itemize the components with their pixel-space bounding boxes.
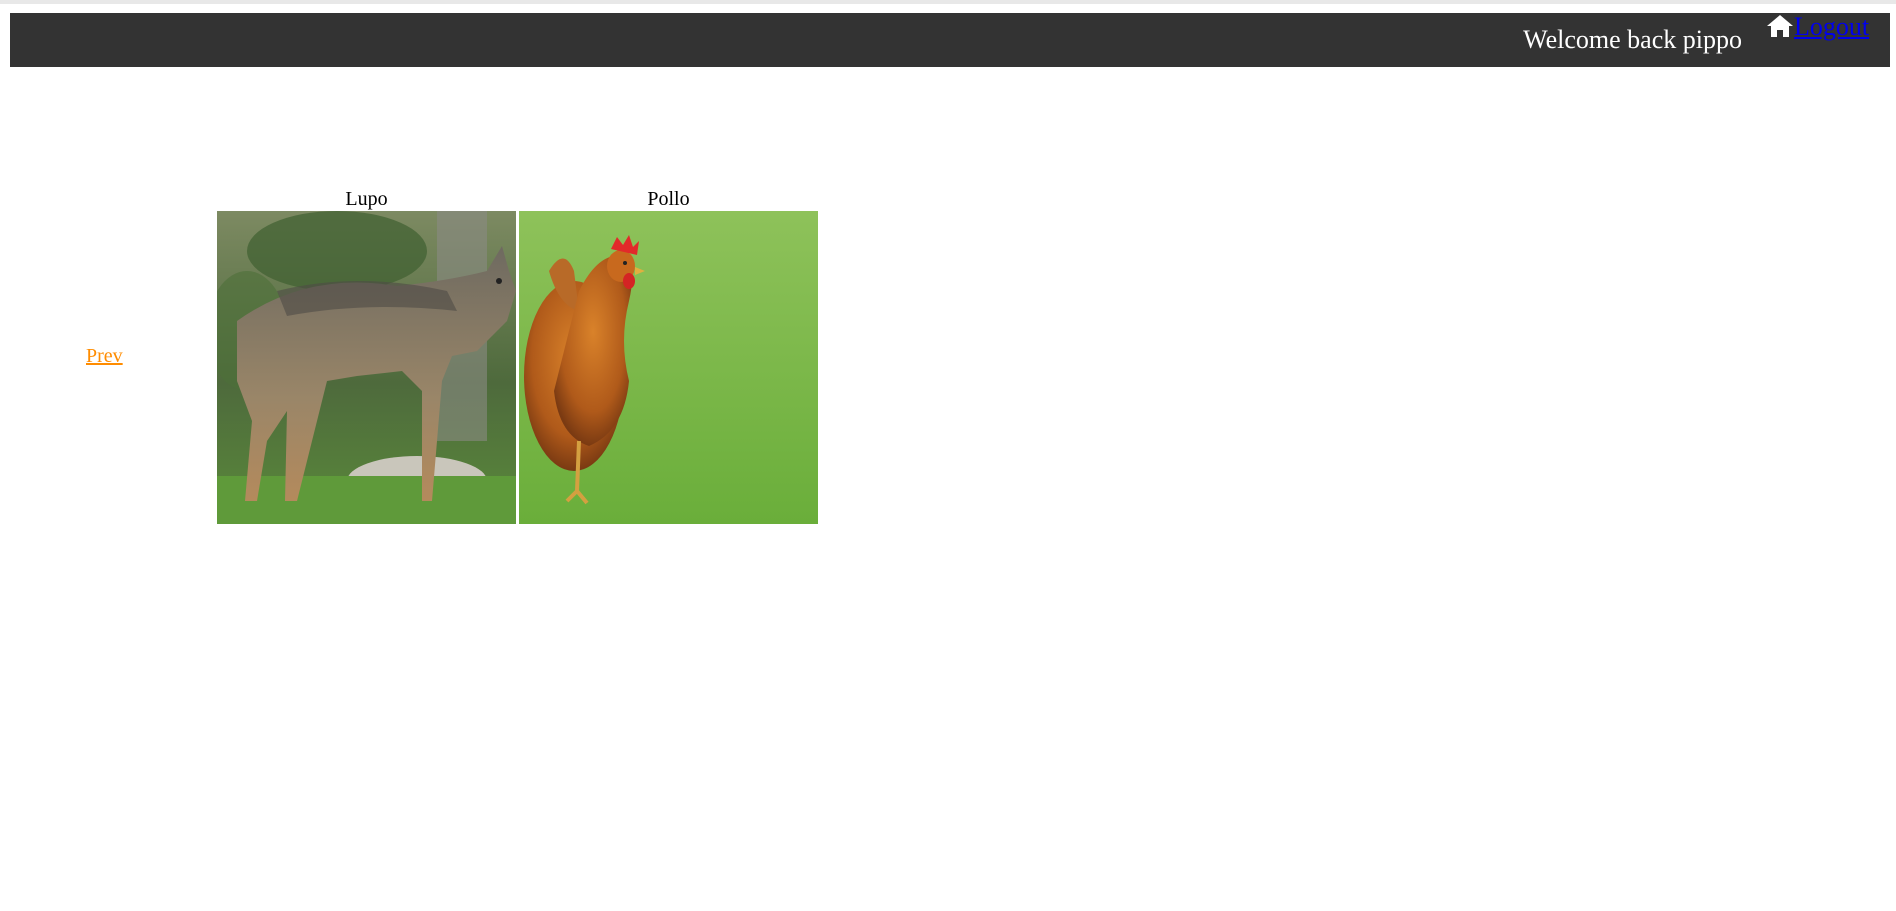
chicken-image[interactable] [519,211,818,524]
image-caption: Pollo [647,188,690,210]
top-border [0,0,1896,4]
gallery-item: Lupo [217,187,516,524]
prev-link[interactable]: Prev [86,345,123,368]
welcome-message: Welcome back pippo [1523,25,1742,54]
image-caption: Lupo [345,188,388,210]
logout-link[interactable]: Logout [1794,13,1869,41]
image-gallery: Lupo Pollo [217,187,818,524]
home-icon[interactable] [1766,14,1794,38]
top-navbar: Welcome back pippo [10,13,1890,67]
wolf-image[interactable] [217,211,516,524]
gallery-item: Pollo [519,187,818,524]
